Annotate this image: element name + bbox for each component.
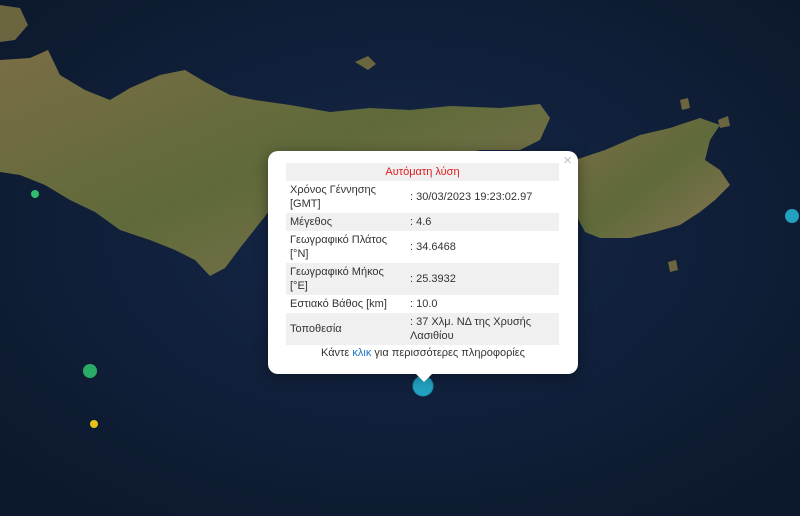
table-row: Γεωγραφικό Μήκος [°E] : 25.3932 (286, 263, 559, 295)
magnitude-label: Μέγεθος (286, 213, 406, 231)
location-label: Τοποθεσία (286, 313, 406, 345)
popup-title-row: Αυτόματη λύση (286, 163, 559, 181)
origin-time-value: : 30/03/2023 19:23:02.97 (410, 191, 533, 203)
earthquake-info-popup: × Αυτόματη λύση Χρόνος Γέννησης [GMT] : … (268, 151, 578, 374)
longitude-label: Γεωγραφικό Μήκος [°E] (286, 263, 406, 295)
latitude-label: Γεωγραφικό Πλάτος [°N] (290, 234, 388, 260)
earthquake-marker-east[interactable] (785, 209, 799, 223)
magnitude-value: : 4.6 (406, 213, 559, 231)
more-info-link[interactable]: κλικ (352, 347, 371, 359)
popup-tip (414, 372, 434, 382)
popup-footer: Κάντε κλικ για περισσότερες πληροφορίες (286, 347, 560, 359)
depth-value: : 10.0 (410, 298, 438, 310)
origin-time-label: Χρόνος Γέννησης [GMT] (290, 184, 376, 210)
latitude-value: : 34.6468 (410, 241, 456, 253)
depth-label: Εστιακό Βάθος [km] (290, 298, 387, 310)
longitude-value: : 25.3932 (406, 263, 559, 295)
earthquake-marker-southwest[interactable] (83, 364, 97, 378)
footer-text-post: για περισσότερες πληροφορίες (371, 347, 525, 359)
earthquake-marker-west-small[interactable] (31, 190, 39, 198)
table-row: Χρόνος Γέννησης [GMT] : 30/03/2023 19:23… (286, 181, 559, 213)
location-value: : 37 Χλμ. ΝΔ της Χρυσής Λασιθίου (406, 313, 559, 345)
popup-close-button[interactable]: × (563, 153, 572, 169)
table-row: Γεωγραφικό Πλάτος [°N] : 34.6468 (286, 231, 559, 263)
footer-text-pre: Κάντε (321, 347, 353, 359)
popup-title: Αυτόματη λύση (286, 163, 559, 181)
table-row: Εστιακό Βάθος [km] : 10.0 (286, 295, 559, 313)
table-row: Μέγεθος : 4.6 (286, 213, 559, 231)
event-details-table: Αυτόματη λύση Χρόνος Γέννησης [GMT] : 30… (286, 163, 559, 345)
table-row: Τοποθεσία : 37 Χλμ. ΝΔ της Χρυσής Λασιθί… (286, 313, 559, 345)
earthquake-marker-southwest-yellow[interactable] (90, 420, 98, 428)
